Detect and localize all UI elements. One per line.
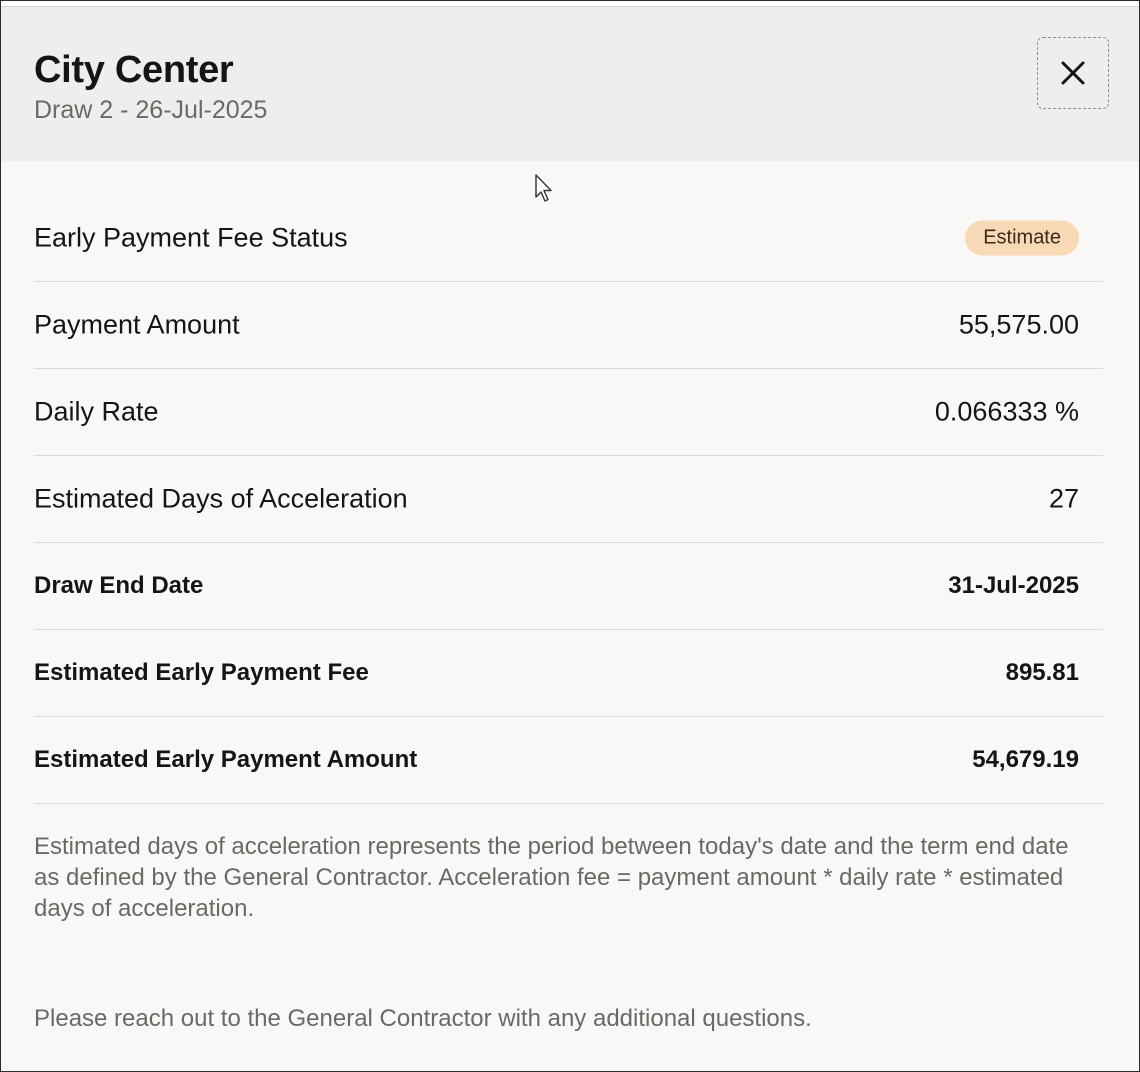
close-icon (1061, 61, 1085, 85)
close-button[interactable] (1037, 37, 1109, 109)
acceleration-explanation-note: Estimated days of acceleration represent… (34, 833, 1069, 922)
days-of-acceleration-row: Estimated Days of Acceleration 27 (34, 456, 1103, 543)
status-badge: Estimate (965, 220, 1079, 256)
early-payment-fee-value: 895.81 (1005, 659, 1079, 686)
early-payment-fee-label: Estimated Early Payment Fee (34, 659, 369, 686)
draw-end-date-row: Draw End Date 31-Jul-2025 (34, 543, 1103, 630)
payment-amount-label: Payment Amount (34, 309, 240, 340)
daily-rate-label: Daily Rate (34, 396, 159, 427)
contact-note: Please reach out to the General Contract… (34, 1005, 812, 1032)
payment-amount-row: Payment Amount 55,575.00 (34, 282, 1103, 369)
dialog-title: City Center (34, 49, 234, 91)
draw-end-date-label: Draw End Date (34, 572, 204, 599)
draw-end-date-value: 31-Jul-2025 (948, 572, 1079, 599)
early-payment-amount-row: Estimated Early Payment Amount 54,679.19 (34, 717, 1103, 804)
daily-rate-row: Daily Rate 0.066333 % (34, 369, 1103, 456)
early-payment-amount-value: 54,679.19 (972, 746, 1079, 773)
fee-status-row: Early Payment Fee Status Estimate (34, 195, 1103, 282)
days-of-acceleration-value: 27 (1048, 483, 1079, 514)
payment-amount-value: 55,575.00 (958, 309, 1079, 340)
dialog-header: City Center Draw 2 - 26-Jul-2025 (1, 7, 1139, 161)
days-of-acceleration-label: Estimated Days of Acceleration (34, 483, 408, 514)
early-payment-amount-label: Estimated Early Payment Amount (34, 746, 418, 773)
early-payment-fee-row: Estimated Early Payment Fee 895.81 (34, 630, 1103, 717)
early-payment-fee-dialog: City Center Draw 2 - 26-Jul-2025 Early P… (0, 0, 1140, 1072)
dialog-subtitle: Draw 2 - 26-Jul-2025 (34, 96, 268, 124)
fee-details-list: Early Payment Fee Status Estimate Paymen… (34, 195, 1103, 804)
fee-status-label: Early Payment Fee Status (34, 222, 348, 253)
daily-rate-value: 0.066333 % (934, 396, 1079, 427)
